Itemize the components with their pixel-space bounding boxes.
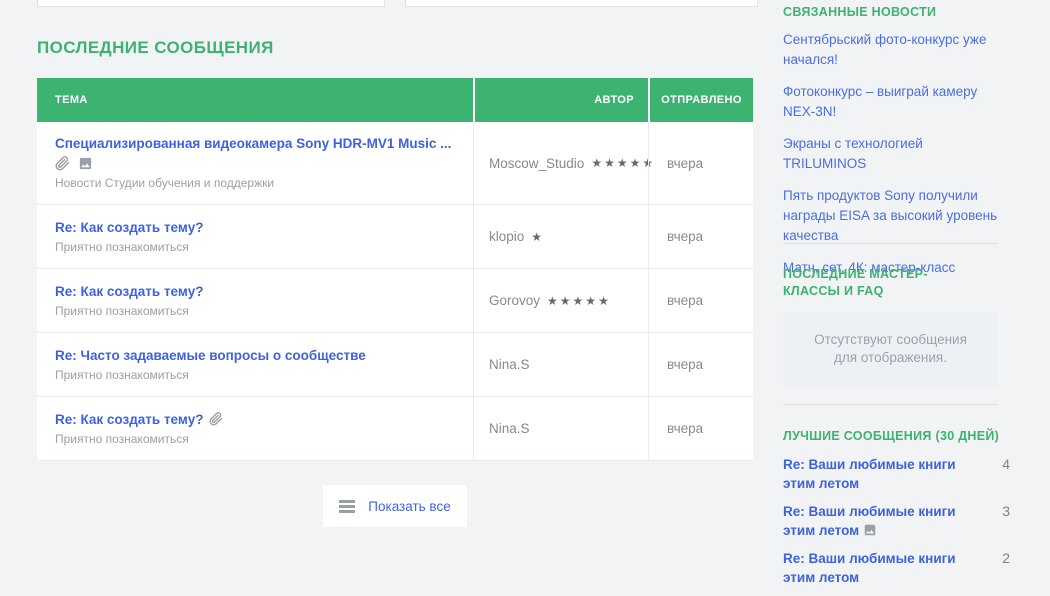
page-title: ПОСЛЕДНИЕ СООБЩЕНИЯ (37, 38, 274, 58)
topic-link[interactable]: Re: Как создать тему? (55, 412, 457, 427)
show-all-label: Показать все (368, 499, 450, 514)
table-header-row: ТЕМА АВТОР ОТПРАВЛЕНО (37, 78, 753, 122)
sent-cell: вчера (648, 205, 753, 268)
related-news-title: СВЯЗАННЫЕ НОВОСТИ (783, 4, 936, 21)
sent-cell: вчера (648, 122, 753, 204)
author-name[interactable]: Moscow_Studio (489, 156, 584, 171)
author-name[interactable]: klopio (489, 229, 524, 244)
masterclasses-empty-message: Отсутствуют сообщения для отображения. (783, 312, 998, 386)
top-post-item: Re: Ваши любимые книги этим летом 2 (783, 549, 1010, 587)
table-row: Re: Как создать тему? Приятно познакомит… (37, 269, 753, 333)
topic-link[interactable]: Re: Часто задаваемые вопросы о сообществ… (55, 348, 457, 363)
top-post-count: 4 (1002, 455, 1010, 474)
sent-date: вчера (667, 421, 703, 436)
show-all-button[interactable]: Показать все (323, 485, 467, 527)
related-news-list: Сентябрьский фото-конкурс уже начался! Ф… (783, 30, 1000, 290)
latest-messages-table: ТЕМА АВТОР ОТПРАВЛЕНО Специализированная… (37, 78, 753, 461)
topic-forum-label: Приятно познакомиться (55, 304, 457, 318)
sent-date: вчера (667, 156, 703, 171)
news-link[interactable]: Пять продуктов Sony получили награды EIS… (783, 186, 1000, 246)
top-post-item: Re: Ваши любимые книги этим летом 4 (783, 455, 1010, 493)
topic-cell: Re: Как создать тему? Приятно познакомит… (37, 269, 473, 332)
top-post-item: Re: Ваши любимые книги этим летом 3 (783, 502, 1010, 540)
topic-cell: Re: Как создать тему? Приятно познакомит… (37, 397, 473, 460)
author-rank-stars: ★★★★★ (591, 156, 655, 170)
attachment-icon (209, 412, 223, 426)
sidebar-divider (783, 404, 998, 405)
masterclasses-title: ПОСЛЕДНИЕ МАСТЕР-КЛАССЫ И FAQ (783, 266, 983, 300)
image-icon (863, 523, 877, 537)
column-header-sent: ОТПРАВЛЕНО (648, 78, 753, 122)
column-header-author: АВТОР (473, 78, 648, 122)
table-row: Re: Как создать тему? Приятно познакомит… (37, 397, 753, 461)
topic-cell: Re: Как создать тему? Приятно познакомит… (37, 205, 473, 268)
sent-cell: вчера (648, 397, 753, 460)
table-row: Re: Как создать тему? Приятно познакомит… (37, 205, 753, 269)
author-name[interactable]: Nina.S (489, 421, 530, 436)
sent-date: вчера (667, 357, 703, 372)
topic-link[interactable]: Re: Как создать тему? (55, 284, 457, 299)
sent-cell: вчера (648, 269, 753, 332)
cut-off-card-left (37, 0, 385, 7)
table-row: Специализированная видеокамера Sony HDR-… (37, 122, 753, 205)
top-post-link[interactable]: Re: Ваши любимые книги этим летом (783, 549, 979, 587)
sent-date: вчера (667, 229, 703, 244)
author-name[interactable]: Nina.S (489, 357, 530, 372)
topic-forum-label: Новости Студии обучения и поддержки (55, 176, 457, 190)
topic-cell: Специализированная видеокамера Sony HDR-… (37, 122, 473, 204)
sent-date: вчера (667, 293, 703, 308)
top-posts-list: Re: Ваши любимые книги этим летом 4 Re: … (783, 455, 1010, 596)
table-row: Re: Часто задаваемые вопросы о сообществ… (37, 333, 753, 397)
author-rank-stars: ★ (531, 230, 544, 244)
news-link[interactable]: Экраны с технологией TRILUMINOS (783, 134, 1000, 174)
cut-off-card-right (405, 0, 758, 7)
topic-forum-label: Приятно познакомиться (55, 368, 457, 382)
author-cell: Moscow_Studio ★★★★★ (473, 122, 648, 204)
top-post-count: 3 (1002, 502, 1010, 521)
author-rank-stars: ★★★★★ (547, 294, 611, 308)
author-cell: Gorovoy ★★★★★ (473, 269, 648, 332)
author-name[interactable]: Gorovoy (489, 293, 540, 308)
author-cell: Nina.S (473, 397, 648, 460)
news-link[interactable]: Сентябрьский фото-конкурс уже начался! (783, 30, 1000, 70)
topic-icons (55, 156, 457, 171)
attachment-icon (55, 156, 70, 171)
topic-cell: Re: Часто задаваемые вопросы о сообществ… (37, 333, 473, 396)
top-posts-title: ЛУЧШИЕ СООБЩЕНИЯ (30 ДНЕЙ) (783, 428, 1003, 445)
list-icon (339, 500, 355, 513)
column-header-topic: ТЕМА (37, 78, 473, 122)
author-cell: Nina.S (473, 333, 648, 396)
topic-forum-label: Приятно познакомиться (55, 432, 457, 446)
topic-link[interactable]: Re: Как создать тему? (55, 220, 457, 235)
author-cell: klopio ★ (473, 205, 648, 268)
sidebar-divider (783, 243, 998, 244)
sent-cell: вчера (648, 333, 753, 396)
topic-forum-label: Приятно познакомиться (55, 240, 457, 254)
topic-link[interactable]: Специализированная видеокамера Sony HDR-… (55, 136, 457, 151)
image-icon (78, 156, 93, 171)
news-link[interactable]: Фотоконкурс – выиграй камеру NEX-3N! (783, 82, 1000, 122)
top-post-link[interactable]: Re: Ваши любимые книги этим летом (783, 455, 979, 493)
top-post-link[interactable]: Re: Ваши любимые книги этим летом (783, 502, 979, 540)
